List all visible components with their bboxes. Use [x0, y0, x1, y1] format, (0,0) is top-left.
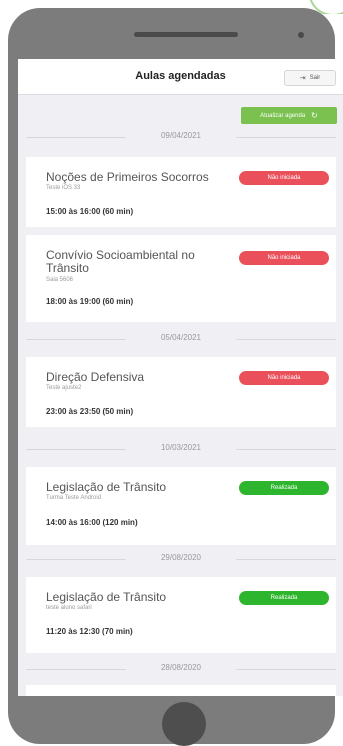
- refresh-label: Atualizar agenda: [260, 112, 306, 119]
- exit-button[interactable]: ⇥ Sair: [284, 70, 336, 86]
- lesson-time: 11:20 às 12:30 (70 min): [46, 627, 133, 636]
- home-button[interactable]: [162, 702, 206, 746]
- exit-label: Sair: [309, 75, 321, 81]
- date-label: 28/08/2020: [160, 663, 202, 672]
- date-separator: 05/04/2021: [26, 333, 336, 345]
- date-label: 09/04/2021: [160, 131, 202, 140]
- lesson-class: Turma Teste Android: [46, 495, 102, 501]
- status-badge: Realizada: [239, 481, 329, 495]
- status-badge: Não iniciada: [239, 171, 329, 185]
- lesson-card[interactable]: Legislação de Trânsito Turma Teste Andro…: [26, 467, 336, 545]
- refresh-icon: ↻: [311, 111, 318, 120]
- lesson-card[interactable]: Legislação de Trânsito teste aluno safar…: [26, 577, 336, 653]
- status-badge: Não iniciada: [239, 371, 329, 385]
- exit-icon: ⇥: [299, 75, 306, 82]
- speaker-grille: [134, 32, 238, 37]
- top-bar: Aulas agendadas ⇥ Sair: [18, 59, 343, 95]
- lesson-class: Teste iOS 33: [46, 185, 81, 191]
- lesson-title: Convívio Socioambiental no Trânsito: [46, 248, 195, 275]
- lesson-time: 15:00 às 16:00 (60 min): [46, 207, 134, 216]
- date-separator: 09/04/2021: [26, 131, 336, 143]
- date-separator: 10/03/2021: [26, 443, 336, 455]
- date-separator: 29/08/2020: [26, 553, 336, 565]
- lesson-class: teste aluno safari: [46, 605, 92, 611]
- lesson-time: 18:00 às 19:00 (60 min): [46, 297, 134, 306]
- status-badge: Realizada: [239, 591, 329, 605]
- date-label: 05/04/2021: [160, 333, 202, 342]
- lesson-class: Sala 5606: [46, 277, 74, 283]
- lesson-card[interactable]: Direção Defensiva Teste ajuste2 23:00 às…: [26, 357, 336, 427]
- lesson-card[interactable]: [26, 685, 336, 696]
- lesson-card[interactable]: Convívio Socioambiental no Trânsito Sala…: [26, 235, 336, 322]
- lesson-title: Legislação de Trânsito: [46, 590, 167, 604]
- lesson-title: Legislação de Trânsito: [46, 480, 167, 494]
- front-camera: [298, 32, 304, 38]
- lesson-card[interactable]: Noções de Primeiros Socorros Teste iOS 3…: [26, 157, 336, 227]
- lesson-time: 14:00 às 16:00 (120 min): [46, 518, 138, 527]
- lesson-time: 23:00 às 23:50 (50 min): [46, 407, 134, 416]
- status-badge: Não iniciada: [239, 251, 329, 265]
- date-label: 10/03/2021: [160, 443, 202, 452]
- lesson-class: Teste ajuste2: [46, 385, 82, 391]
- date-label: 29/08/2020: [160, 553, 202, 562]
- app-screen: Aulas agendadas ⇥ Sair Atualizar agenda …: [18, 59, 343, 696]
- date-separator: 28/08/2020: [26, 663, 336, 675]
- lesson-title: Direção Defensiva: [46, 370, 145, 384]
- refresh-agenda-button[interactable]: Atualizar agenda ↻: [241, 107, 337, 124]
- lesson-title: Noções de Primeiros Socorros: [46, 170, 209, 184]
